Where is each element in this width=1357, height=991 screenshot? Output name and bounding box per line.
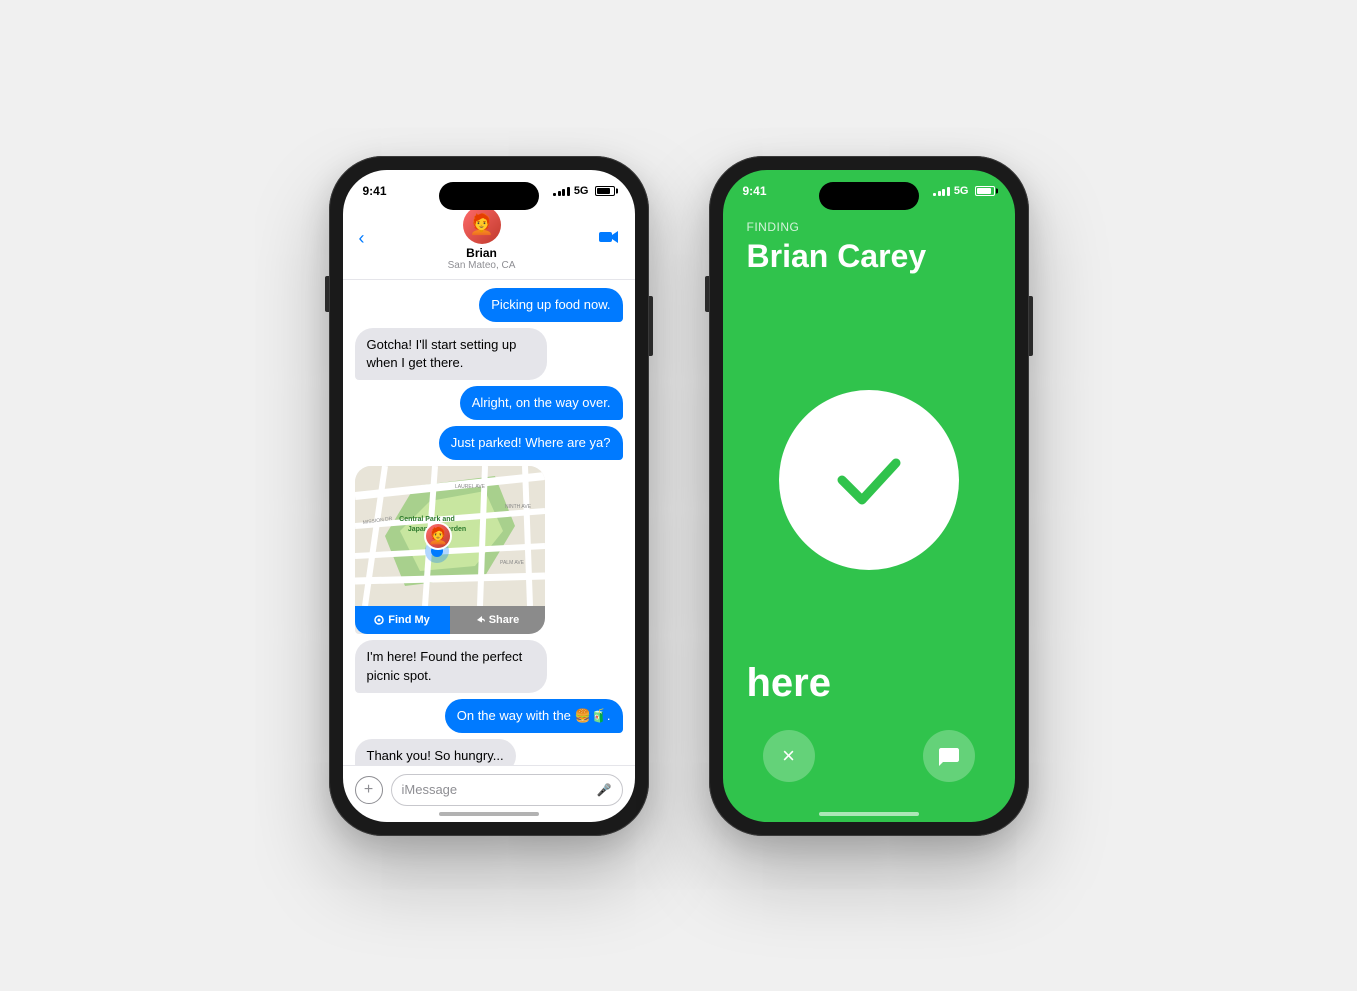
add-attachment-button[interactable]: +: [355, 776, 383, 804]
map-bubble[interactable]: MISSION DR LAUREL AVE NINTH AVE PALM AVE…: [355, 466, 545, 634]
message-1: Picking up food now.: [355, 288, 623, 322]
message-button[interactable]: [923, 730, 975, 782]
contact-name: Brian: [466, 246, 497, 260]
messages-body: Picking up food now. Gotcha! I'll start …: [343, 280, 635, 765]
findmy-screen: 9:41 5G: [723, 170, 1015, 822]
message-placeholder: iMessage: [402, 782, 458, 797]
findmy-status-word: here: [723, 661, 1015, 730]
message-8: Thank you! So hungry...: [355, 739, 623, 765]
message-6: I'm here! Found the perfect picnic spot.: [355, 640, 623, 692]
findmy-signal-bars: [933, 186, 950, 196]
close-icon: ×: [782, 743, 795, 769]
findmy-network: 5G: [954, 185, 969, 197]
message-3: Alright, on the way over.: [355, 386, 623, 420]
bubble-received-8: Thank you! So hungry...: [355, 739, 516, 765]
dynamic-island-findmy: [819, 182, 919, 210]
messages-status-right: 5G: [553, 185, 614, 197]
battery-icon: [595, 186, 615, 196]
findmy-action-buttons: ×: [723, 730, 1015, 822]
messages-phone: 9:41 5G: [329, 156, 649, 836]
share-button[interactable]: Share: [450, 606, 545, 634]
messages-time: 9:41: [363, 184, 387, 198]
svg-text:Central Park and: Central Park and: [399, 516, 455, 523]
findmy-status-right: 5G: [933, 185, 994, 197]
messages-screen: 9:41 5G: [343, 170, 635, 822]
close-button[interactable]: ×: [763, 730, 815, 782]
back-button[interactable]: ‹: [359, 228, 365, 249]
bubble-sent-7: On the way with the 🍔🧃.: [445, 699, 623, 733]
bubble-sent-3: Alright, on the way over.: [460, 386, 623, 420]
message-2: Gotcha! I'll start setting up when I get…: [355, 328, 623, 380]
map-pin-avatar: 🧑‍🦰: [424, 522, 452, 550]
mic-icon: 🎤: [597, 783, 612, 797]
findmy-button[interactable]: Find My: [355, 606, 450, 634]
message-7: On the way with the 🍔🧃.: [355, 699, 623, 733]
video-call-button[interactable]: [599, 228, 619, 249]
home-indicator-findmy: [819, 812, 919, 816]
bubble-received-2: Gotcha! I'll start setting up when I get…: [355, 328, 548, 380]
findmy-contact-name: Brian Carey: [723, 238, 1015, 299]
contact-avatar: 🧑‍🦰: [463, 206, 501, 244]
checkmark-icon: [824, 435, 914, 525]
contact-location: San Mateo, CA: [448, 260, 516, 271]
checkmark-circle: [779, 390, 959, 570]
messages-header: ‹ 🧑‍🦰 Brian San Mateo, CA: [343, 202, 635, 280]
checkmark-container: [723, 299, 1015, 661]
svg-text:LAUREL AVE: LAUREL AVE: [455, 484, 486, 490]
messages-network: 5G: [574, 185, 589, 197]
home-indicator-messages: [439, 812, 539, 816]
message-5-map: MISSION DR LAUREL AVE NINTH AVE PALM AVE…: [355, 466, 623, 634]
message-icon: [937, 744, 961, 768]
findmy-time: 9:41: [743, 184, 767, 198]
bubble-sent-1: Picking up food now.: [479, 288, 622, 322]
svg-text:PALM AVE: PALM AVE: [500, 560, 525, 566]
bubble-received-6: I'm here! Found the perfect picnic spot.: [355, 640, 548, 692]
map-area: MISSION DR LAUREL AVE NINTH AVE PALM AVE…: [355, 466, 545, 606]
bubble-sent-4: Just parked! Where are ya?: [439, 426, 623, 460]
contact-info[interactable]: 🧑‍🦰 Brian San Mateo, CA: [448, 206, 516, 271]
message-4: Just parked! Where are ya?: [355, 426, 623, 460]
svg-text:NINTH AVE: NINTH AVE: [505, 504, 532, 510]
map-actions: Find My Share: [355, 606, 545, 634]
dynamic-island: [439, 182, 539, 210]
battery-fill: [597, 188, 611, 194]
findmy-phone: 9:41 5G: [709, 156, 1029, 836]
message-input-field[interactable]: iMessage 🎤: [391, 774, 623, 806]
findmy-battery-fill: [977, 188, 991, 194]
signal-bars: [553, 186, 570, 196]
findmy-battery-icon: [975, 186, 995, 196]
